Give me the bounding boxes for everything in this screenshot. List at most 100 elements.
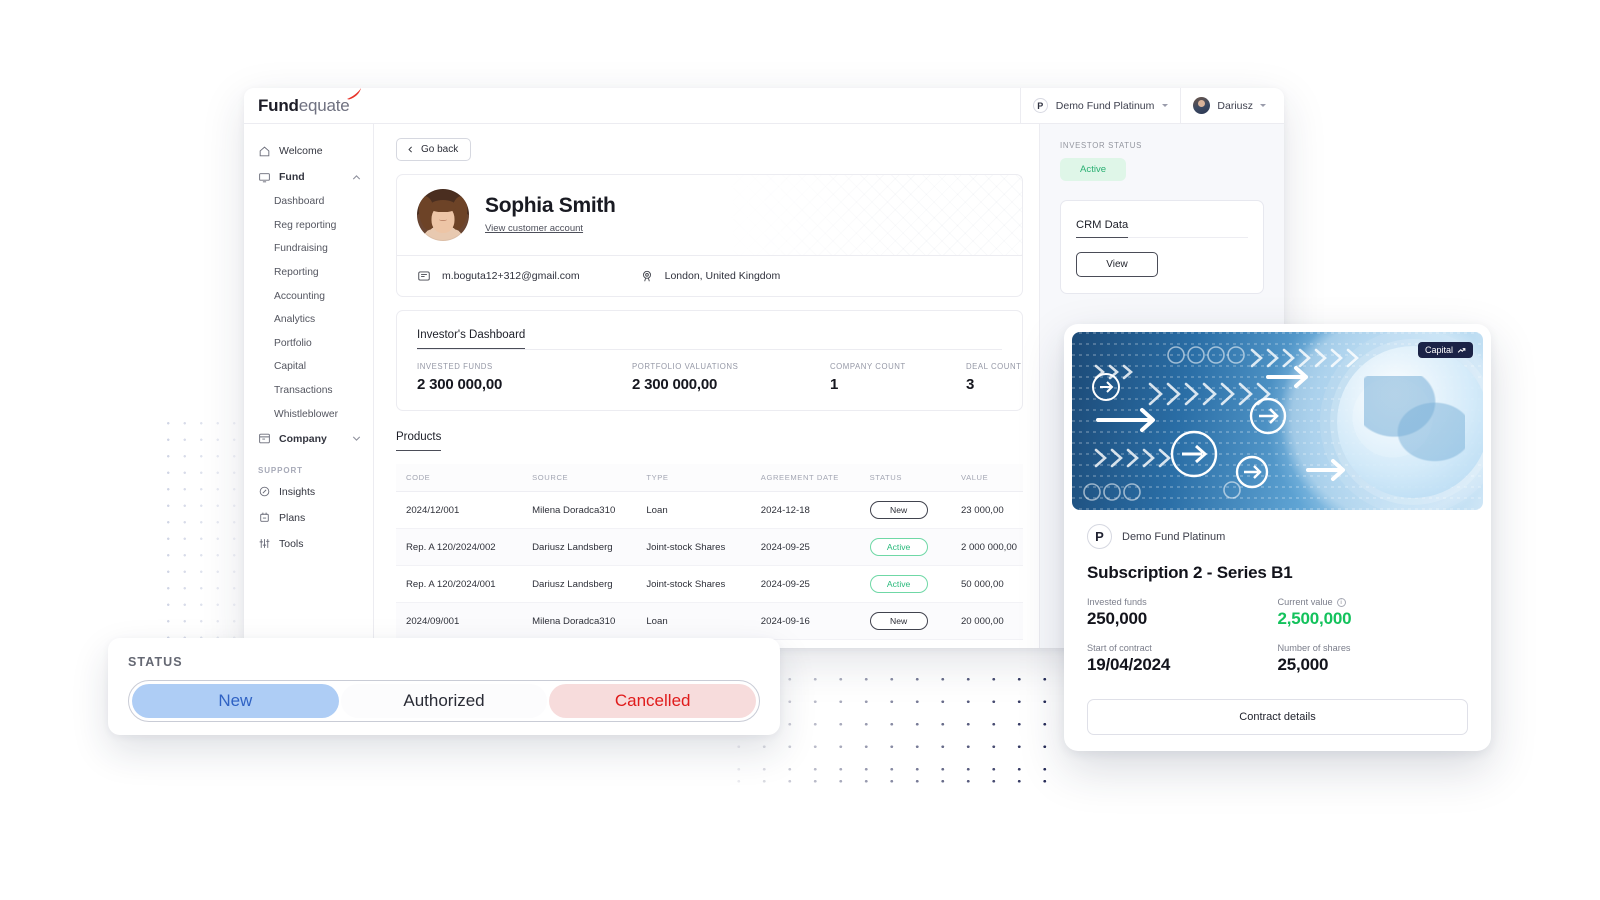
cell-code: Rep. A 120/2024/001 — [396, 565, 523, 603]
cell-value: 2 000 000,00 — [950, 528, 1023, 566]
cell-value: 23 000,00 — [950, 491, 1023, 529]
decorative-dot-grid-bottom-lower — [726, 770, 1062, 800]
field-label: Number of shares — [1277, 643, 1351, 653]
sidebar-item-analytics[interactable]: Analytics — [244, 308, 373, 332]
main-content: Go back Sophia Smith View customer accou… — [374, 124, 1039, 648]
column-header-code[interactable]: CODE — [396, 464, 523, 492]
sliders-icon — [259, 539, 270, 549]
user-menu[interactable]: Dariusz — [1180, 88, 1278, 123]
sidebar-item-transactions[interactable]: Transactions — [244, 379, 373, 403]
status-selector-card: STATUS New Authorized Cancelled — [108, 638, 780, 735]
view-customer-account-link[interactable]: View customer account — [485, 223, 583, 234]
sidebar-item-label: Insights — [279, 485, 316, 498]
sidebar-item-capital[interactable]: Capital — [244, 355, 373, 379]
browser-icon — [259, 434, 270, 444]
cell-agreement-date: 2024-09-16 — [750, 602, 860, 640]
sidebar-item-label: Company — [279, 432, 327, 445]
cell-agreement-date: 2024-12-18 — [750, 491, 860, 529]
sidebar-section-support: SUPPORT — [258, 465, 303, 475]
cell-value: 50 000,00 — [950, 565, 1023, 603]
profile-email-text: m.boguta12+312@gmail.com — [442, 270, 580, 282]
field-value: 250,000 — [1087, 609, 1148, 628]
status-option-authorized[interactable]: Authorized — [340, 684, 548, 718]
sidebar-item-welcome[interactable]: Welcome — [244, 138, 373, 164]
cell-agreement-date: 2024-09-25 — [750, 528, 860, 566]
status-badge: Active — [869, 575, 928, 593]
cell-status: New — [859, 639, 951, 648]
cell-type: Loan — [636, 602, 751, 640]
field-value: 19/04/2024 — [1087, 655, 1171, 674]
status-option-cancelled[interactable]: Cancelled — [549, 684, 757, 718]
profile-pattern-decoration — [722, 175, 1022, 255]
profile-avatar — [417, 189, 469, 241]
field-value: 2,500,000 — [1277, 609, 1352, 628]
status-badge: Active — [869, 538, 928, 556]
sidebar-item-reporting[interactable]: Reporting — [244, 261, 373, 285]
column-header-agreement-date[interactable]: AGREEMENT DATE — [750, 464, 860, 492]
subscription-body: P Demo Fund Platinum Subscription 2 - Se… — [1072, 510, 1483, 675]
sidebar-item-tools[interactable]: Tools — [244, 531, 373, 557]
table-row[interactable]: Rep. A 120/2024/001 Dariusz Landsberg Join… — [396, 565, 1023, 603]
cell-status: New — [859, 491, 951, 529]
cell-source: Dariusz Landsberg — [522, 565, 637, 603]
status-option-new[interactable]: New — [132, 684, 339, 718]
sidebar-item-reg-reporting[interactable]: Reg reporting — [244, 214, 373, 238]
cell-code: 2024/09/001 — [396, 602, 523, 640]
table-row[interactable]: 2024/12/001 Milena Doradca310 Loan 2024-12-… — [396, 491, 1023, 529]
sidebar-item-accounting[interactable]: Accounting — [244, 284, 373, 308]
fund-logo-icon: P — [1087, 524, 1112, 549]
sidebar-item-insights[interactable]: Insights — [244, 479, 373, 505]
tab-products[interactable]: Products — [396, 431, 442, 451]
table-header-row: CODE SOURCE TYPE AGREEMENT DATE STATUS V… — [396, 464, 1023, 492]
trending-up-icon — [1457, 347, 1466, 353]
field-number-of-shares: Number of shares 25,000 — [1278, 643, 1469, 675]
crm-data-title: CRM Data — [1076, 219, 1129, 238]
monitor-icon — [259, 172, 270, 182]
sidebar-item-fundraising[interactable]: Fundraising — [244, 237, 373, 261]
cell-value: 20 000,00 — [950, 602, 1023, 640]
profile-header: Sophia Smith View customer account — [397, 175, 1022, 255]
kpi-value: 1 — [830, 376, 839, 393]
brand-part-one: Fund — [258, 95, 299, 115]
profile-location: London, United Kingdom — [640, 269, 781, 283]
profile-email: m.boguta12+312@gmail.com — [417, 269, 580, 283]
sidebar-item-plans[interactable]: Plans — [244, 505, 373, 531]
field-start-of-contract: Start of contract 19/04/2024 — [1087, 643, 1278, 675]
kpi-invested-funds: INVESTED FUNDS 2 300 000,00 — [417, 362, 632, 393]
kpi-row: INVESTED FUNDS 2 300 000,00 PORTFOLIO VA… — [397, 350, 1022, 410]
fund-switcher[interactable]: P Demo Fund Platinum — [1019, 88, 1181, 123]
products-table-body: 2024/12/001 Milena Doradca310 Loan 2024-12-… — [396, 491, 1023, 648]
sidebar-item-label: Plans — [279, 511, 306, 524]
chevron-left-icon — [408, 146, 412, 153]
subscription-fund-row: P Demo Fund Platinum — [1087, 524, 1468, 549]
capital-badge: Capital — [1417, 342, 1473, 358]
subscription-card: Capital P Demo Fund Platinum Subscriptio… — [1064, 324, 1491, 751]
sidebar-item-dashboard[interactable]: Dashboard — [244, 190, 373, 214]
contract-details-button[interactable]: Contract details — [1087, 699, 1468, 735]
info-icon[interactable]: i — [1336, 597, 1346, 607]
cell-source: Milena Doradca310 — [522, 602, 637, 640]
kpi-company-count: COMPANY COUNT 1 — [830, 362, 966, 393]
cell-source: Dariusz Landsberg — [522, 528, 637, 566]
sidebar-item-fund[interactable]: Fund — [244, 164, 373, 190]
sidebar-item-company[interactable]: Company — [244, 426, 373, 452]
profile-location-text: London, United Kingdom — [664, 270, 781, 282]
topbar-right: P Demo Fund Platinum Dariusz — [1019, 88, 1278, 123]
column-header-status[interactable]: STATUS — [859, 464, 951, 492]
sidebar-item-portfolio[interactable]: Portfolio — [244, 332, 373, 356]
products-tabs: Products — [396, 427, 1023, 451]
crm-view-button[interactable]: View — [1076, 252, 1158, 277]
column-header-type[interactable]: TYPE — [636, 464, 751, 492]
table-row[interactable]: Rep. A 120/2024/002 Dariusz Landsberg Join… — [396, 528, 1023, 566]
brand-part-two: equate — [298, 95, 350, 115]
table-row[interactable]: 2024/09/001 Milena Doradca310 Loan 2024-09-… — [396, 602, 1023, 640]
sidebar-item-whistleblower[interactable]: Whistleblower — [244, 402, 373, 426]
location-pin-icon — [642, 270, 651, 282]
column-header-source[interactable]: SOURCE — [522, 464, 637, 492]
brand-logo[interactable]: Fund equate — [258, 88, 361, 116]
go-back-button[interactable]: Go back — [396, 138, 472, 161]
sidebar-item-label: Fund — [279, 171, 305, 183]
kpi-deal-count: DEAL COUNT 3 — [966, 362, 1021, 393]
cell-type: Joint-stock Shares — [636, 565, 751, 603]
column-header-value[interactable]: VALUE — [950, 464, 1023, 492]
